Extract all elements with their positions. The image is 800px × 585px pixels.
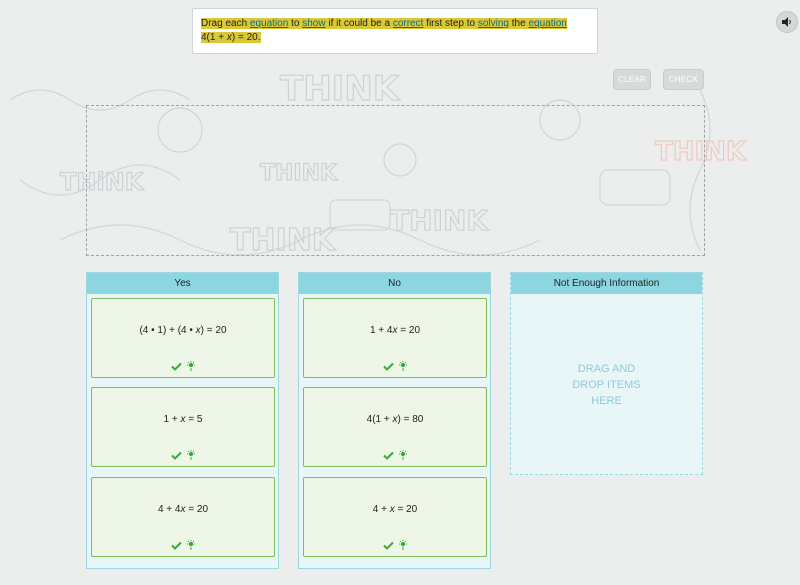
checkmark-icon (170, 451, 182, 460)
prompt-part: if it could be a (325, 18, 393, 29)
checkmark-icon (170, 362, 182, 371)
tile-equation: 4 + 4x = 20 (157, 504, 209, 515)
glossary-link-equation-2[interactable]: equation (528, 18, 566, 29)
checkmark-icon (382, 362, 394, 371)
drop-placeholder: DRAG AND DROP ITEMS HERE (572, 363, 641, 407)
glossary-link-solving[interactable]: solving (478, 18, 509, 29)
answer-tile[interactable]: 4(1 + x) = 80 (303, 387, 487, 467)
tile-equation: 1 + 4x = 20 (369, 325, 421, 336)
hint-bulb-icon (186, 540, 195, 550)
hint-bulb-icon (186, 361, 195, 371)
tile-equation: 4 + x = 20 (372, 504, 418, 515)
target-equation: 4(1 + x) = 20. (201, 32, 261, 43)
category-yes[interactable]: Yes (4 • 1) + (4 • x) = 20 1 + x = 5 4 +… (86, 272, 279, 569)
speaker-button[interactable] (776, 11, 798, 33)
glossary-link-show[interactable]: show (302, 18, 325, 29)
hint-bulb-icon (398, 361, 407, 371)
category-header: Not Enough Information (511, 273, 702, 294)
check-button[interactable]: CHECK (663, 69, 704, 90)
answer-tile[interactable]: 4 + 4x = 20 (91, 477, 275, 557)
bg-word: THINK (280, 69, 401, 109)
speaker-icon (782, 17, 791, 27)
prompt-text: Drag each equation to show if it could b… (201, 17, 573, 45)
source-drop-zone[interactable] (86, 105, 705, 256)
clear-button[interactable]: CLEAR (613, 69, 651, 90)
prompt-part: Drag each (201, 18, 250, 29)
category-header: No (299, 273, 490, 294)
answer-tile[interactable]: 1 + x = 5 (91, 387, 275, 467)
answer-tile[interactable]: 1 + 4x = 20 (303, 298, 487, 378)
prompt-part: the (509, 18, 529, 29)
answer-tile[interactable]: (4 • 1) + (4 • x) = 20 (91, 298, 275, 378)
category-header: Yes (87, 273, 278, 294)
tile-equation: 4(1 + x) = 80 (366, 414, 424, 425)
prompt-box: Drag each equation to show if it could b… (192, 8, 798, 54)
checkmark-icon (382, 541, 394, 550)
glossary-link-equation[interactable]: equation (250, 18, 288, 29)
category-not-enough-information[interactable]: Not Enough Information DRAG AND DROP ITE… (510, 272, 703, 475)
hint-bulb-icon (186, 450, 195, 460)
prompt-part: first step to (423, 18, 478, 29)
category-no[interactable]: No 1 + 4x = 20 4(1 + x) = 80 4 + x = 20 (298, 272, 491, 569)
hint-bulb-icon (398, 540, 407, 550)
tile-equation: 1 + x = 5 (163, 414, 203, 425)
tile-equation: (4 • 1) + (4 • x) = 20 (139, 325, 227, 336)
hint-bulb-icon (398, 450, 407, 460)
glossary-link-correct[interactable]: correct (393, 18, 424, 29)
checkmark-icon (382, 451, 394, 460)
checkmark-icon (170, 541, 182, 550)
prompt-part: to (288, 18, 303, 29)
answer-tile[interactable]: 4 + x = 20 (303, 477, 487, 557)
